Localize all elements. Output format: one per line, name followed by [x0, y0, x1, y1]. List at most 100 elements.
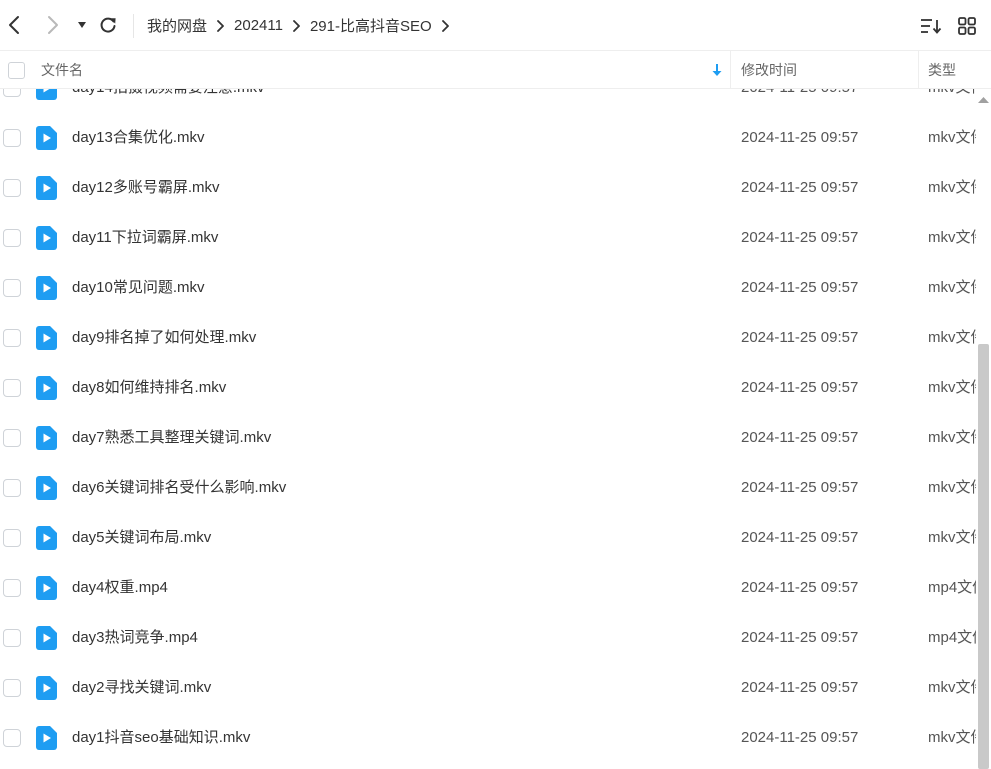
file-list-header: 文件名 修改时间 类型 — [0, 51, 991, 89]
row-checkbox[interactable] — [3, 729, 21, 747]
grid-view-icon — [958, 17, 976, 35]
refresh-icon — [100, 17, 116, 33]
column-header-name[interactable]: 文件名 — [41, 51, 83, 89]
file-name[interactable]: day14拍摄视频需要注意.mkv — [72, 89, 265, 113]
file-row[interactable]: day3热词竞争.mp4 2024-11-25 09:57 mp4文件 — [0, 613, 976, 663]
file-modified-time: 2024-11-25 09:57 — [741, 479, 859, 496]
file-row[interactable]: day1抖音seo基础知识.mkv 2024-11-25 09:57 mkv文件 — [0, 713, 976, 763]
breadcrumb-item-202411[interactable]: 202411 — [234, 17, 283, 34]
row-checkbox[interactable] — [3, 229, 21, 247]
breadcrumb-item-root[interactable]: 我的网盘 — [147, 15, 207, 36]
file-manager-window: 我的网盘 202411 291-比高抖音SEO 文件名 修改时间 类型 day1… — [0, 0, 991, 769]
scroll-up-arrow-icon[interactable] — [976, 94, 991, 106]
file-modified-time: 2024-11-25 09:57 — [741, 229, 859, 246]
file-name[interactable]: day7熟悉工具整理关键词.mkv — [72, 413, 271, 463]
row-checkbox[interactable] — [3, 129, 21, 147]
video-file-icon — [36, 476, 57, 500]
row-checkbox[interactable] — [3, 379, 21, 397]
caret-down-icon — [78, 22, 86, 28]
file-type: mkv文件 — [928, 329, 976, 346]
row-checkbox[interactable] — [3, 479, 21, 497]
file-row[interactable]: day10常见问题.mkv 2024-11-25 09:57 mkv文件 — [0, 263, 976, 313]
file-rows: day14拍摄视频需要注意.mkv 2024-11-25 09:57 mkv文件… — [0, 89, 976, 763]
video-file-icon — [36, 426, 57, 450]
file-name[interactable]: day1抖音seo基础知识.mkv — [72, 713, 250, 763]
file-modified-time: 2024-11-25 09:57 — [741, 529, 859, 546]
file-name[interactable]: day8如何维持排名.mkv — [72, 363, 226, 413]
file-name[interactable]: day6关键词排名受什么影响.mkv — [72, 463, 286, 513]
video-file-icon — [36, 576, 57, 600]
file-row[interactable]: day7熟悉工具整理关键词.mkv 2024-11-25 09:57 mkv文件 — [0, 413, 976, 463]
file-row[interactable]: day5关键词布局.mkv 2024-11-25 09:57 mkv文件 — [0, 513, 976, 563]
file-name[interactable]: day13合集优化.mkv — [72, 113, 205, 163]
file-modified-time: 2024-11-25 09:57 — [741, 179, 859, 196]
back-button[interactable] — [2, 13, 26, 37]
history-dropdown-button[interactable] — [70, 13, 94, 37]
row-checkbox[interactable] — [3, 629, 21, 647]
column-divider[interactable] — [730, 51, 731, 89]
file-row[interactable]: day6关键词排名受什么影响.mkv 2024-11-25 09:57 mkv文… — [0, 463, 976, 513]
file-name[interactable]: day12多账号霸屏.mkv — [72, 163, 220, 213]
video-file-icon — [36, 176, 57, 200]
file-name[interactable]: day4权重.mp4 — [72, 563, 168, 613]
file-row[interactable]: day11下拉词霸屏.mkv 2024-11-25 09:57 mkv文件 — [0, 213, 976, 263]
video-file-icon — [36, 726, 57, 750]
row-checkbox[interactable] — [3, 429, 21, 447]
file-row[interactable]: day8如何维持排名.mkv 2024-11-25 09:57 mkv文件 — [0, 363, 976, 413]
row-checkbox[interactable] — [3, 89, 21, 97]
toolbar: 我的网盘 202411 291-比高抖音SEO — [0, 0, 991, 51]
select-all-checkbox[interactable] — [8, 62, 25, 79]
file-modified-time: 2024-11-25 09:57 — [741, 279, 859, 296]
file-type: mkv文件 — [928, 129, 976, 146]
toolbar-divider — [133, 14, 134, 38]
video-file-icon — [36, 226, 57, 250]
scrollbar-thumb[interactable] — [978, 344, 989, 769]
column-header-type[interactable]: 类型 — [928, 51, 956, 89]
breadcrumb-item-current-folder[interactable]: 291-比高抖音SEO — [310, 15, 432, 36]
file-name[interactable]: day11下拉词霸屏.mkv — [72, 213, 218, 263]
file-modified-time: 2024-11-25 09:57 — [741, 579, 859, 596]
file-name[interactable]: day2寻找关键词.mkv — [72, 663, 211, 713]
row-checkbox[interactable] — [3, 279, 21, 297]
file-name[interactable]: day3热词竞争.mp4 — [72, 613, 198, 663]
file-row[interactable]: day9排名掉了如何处理.mkv 2024-11-25 09:57 mkv文件 — [0, 313, 976, 363]
file-type: mp4文件 — [928, 629, 976, 646]
row-checkbox[interactable] — [3, 329, 21, 347]
chevron-right-icon[interactable] — [441, 19, 450, 32]
file-row[interactable]: day14拍摄视频需要注意.mkv 2024-11-25 09:57 mkv文件 — [0, 89, 976, 113]
video-file-icon — [36, 526, 57, 550]
row-checkbox[interactable] — [3, 579, 21, 597]
file-name[interactable]: day10常见问题.mkv — [72, 263, 205, 313]
column-divider[interactable] — [918, 51, 919, 89]
file-type: mp4文件 — [928, 579, 976, 596]
grid-view-button[interactable] — [955, 14, 979, 38]
vertical-scrollbar[interactable] — [976, 89, 991, 769]
column-header-modified[interactable]: 修改时间 — [741, 51, 797, 89]
file-modified-time: 2024-11-25 09:57 — [741, 379, 859, 396]
file-type: mkv文件 — [928, 379, 976, 396]
row-checkbox[interactable] — [3, 179, 21, 197]
file-name[interactable]: day9排名掉了如何处理.mkv — [72, 313, 256, 363]
row-checkbox[interactable] — [3, 529, 21, 547]
refresh-button[interactable] — [96, 13, 120, 37]
file-name[interactable]: day5关键词布局.mkv — [72, 513, 211, 563]
file-row[interactable]: day12多账号霸屏.mkv 2024-11-25 09:57 mkv文件 — [0, 163, 976, 213]
chevron-right-icon — [216, 19, 225, 32]
file-row[interactable]: day2寻找关键词.mkv 2024-11-25 09:57 mkv文件 — [0, 663, 976, 713]
file-type: mkv文件 — [928, 529, 976, 546]
file-modified-time: 2024-11-25 09:57 — [741, 729, 859, 746]
file-row[interactable]: day13合集优化.mkv 2024-11-25 09:57 mkv文件 — [0, 113, 976, 163]
file-type: mkv文件 — [928, 279, 976, 296]
sort-descending-icon[interactable] — [711, 51, 723, 89]
video-file-icon — [36, 676, 57, 700]
file-type: mkv文件 — [928, 479, 976, 496]
forward-button[interactable] — [41, 13, 65, 37]
sort-button[interactable] — [919, 14, 943, 38]
file-modified-time: 2024-11-25 09:57 — [741, 679, 859, 696]
video-file-icon — [36, 89, 57, 100]
sort-list-icon — [921, 19, 942, 34]
file-row[interactable]: day4权重.mp4 2024-11-25 09:57 mp4文件 — [0, 563, 976, 613]
file-modified-time: 2024-11-25 09:57 — [741, 629, 859, 646]
file-modified-time: 2024-11-25 09:57 — [741, 129, 859, 146]
row-checkbox[interactable] — [3, 679, 21, 697]
